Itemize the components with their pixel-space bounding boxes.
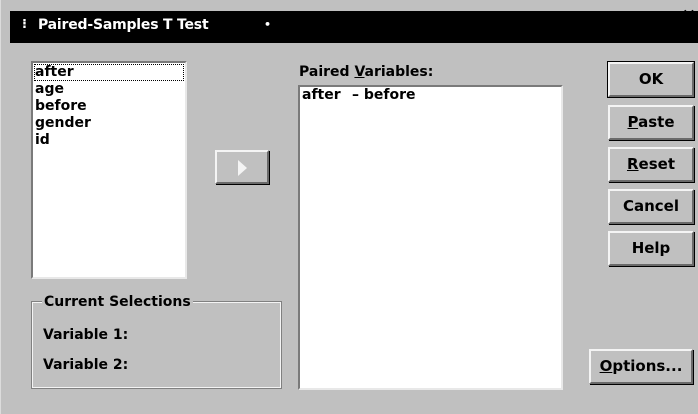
current-selections-group bbox=[31, 301, 282, 389]
help-button-label: Help bbox=[631, 239, 671, 257]
reset-mnemonic: R bbox=[626, 155, 639, 173]
title-dot-icon: • bbox=[264, 18, 272, 31]
variable-1-label: Variable 1: bbox=[43, 327, 129, 343]
paired-variables-list[interactable]: after – before bbox=[298, 85, 563, 390]
paste-mnemonic: P bbox=[627, 113, 639, 131]
list-item[interactable]: id bbox=[33, 132, 185, 149]
list-item[interactable]: gender bbox=[33, 115, 185, 132]
options-mnemonic: O bbox=[599, 357, 613, 375]
paired-variables-label: Paired Variables: bbox=[299, 64, 434, 80]
current-selections-legend: Current Selections bbox=[42, 294, 193, 310]
ok-button[interactable]: OK bbox=[607, 61, 695, 98]
pair-row[interactable]: after – before bbox=[300, 87, 561, 104]
system-menu-icon[interactable]: ⁝ bbox=[22, 17, 27, 32]
cancel-button[interactable]: Cancel bbox=[608, 189, 694, 224]
pair-second-variable: – before bbox=[352, 87, 416, 103]
right-arrow-icon bbox=[238, 160, 247, 176]
ok-button-label: OK bbox=[638, 70, 664, 88]
help-button[interactable]: Help bbox=[608, 231, 694, 266]
cancel-button-label: Cancel bbox=[622, 197, 679, 215]
move-variable-button[interactable] bbox=[215, 150, 269, 184]
window-title: Paired-Samples T Test bbox=[38, 17, 209, 33]
options-button-label: ptions... bbox=[612, 357, 683, 375]
title-bar[interactable]: ⁝ Paired-Samples T Test • bbox=[10, 11, 698, 43]
options-button[interactable]: Options... bbox=[589, 349, 693, 384]
paste-button[interactable]: Paste bbox=[608, 105, 694, 140]
reset-button[interactable]: Reset bbox=[608, 147, 694, 182]
dialog-window: ⁝ Paired-Samples T Test • × after age befo… bbox=[0, 0, 698, 414]
pair-first-variable: after bbox=[302, 87, 341, 103]
source-variable-list[interactable]: after age before gender id bbox=[31, 61, 187, 279]
list-item[interactable]: after bbox=[34, 64, 184, 81]
list-item[interactable]: age bbox=[33, 81, 185, 98]
paste-button-label: aste bbox=[638, 113, 675, 131]
list-item[interactable]: before bbox=[33, 98, 185, 115]
variable-2-label: Variable 2: bbox=[43, 357, 129, 373]
close-icon[interactable]: × bbox=[682, 5, 696, 25]
reset-button-label: eset bbox=[638, 155, 675, 173]
